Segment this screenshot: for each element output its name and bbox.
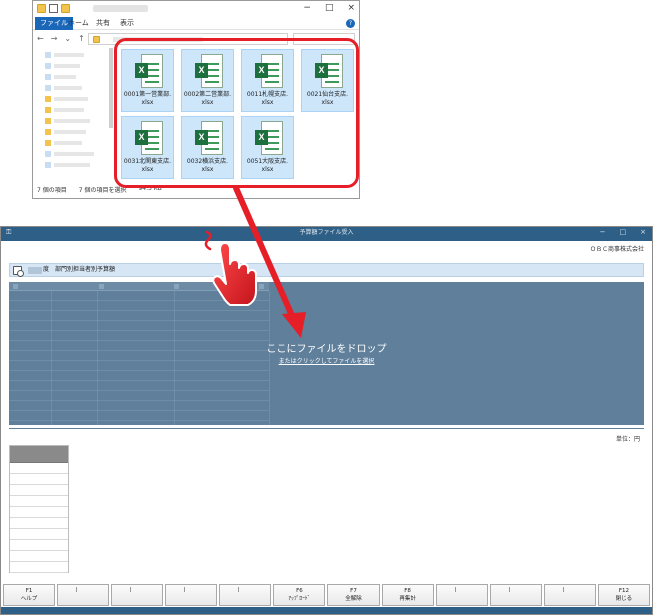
app-status-bar <box>1 607 652 614</box>
table-row <box>10 507 68 518</box>
import-header-title: 度 部門別担当者別予算額 <box>43 266 116 273</box>
section-divider <box>9 428 644 429</box>
company-name: ＯＢＣ商事株式会社 <box>589 246 644 253</box>
tab-share[interactable]: 共有 <box>91 17 115 30</box>
nav-pane-item[interactable] <box>45 116 115 125</box>
f5-button <box>219 584 272 606</box>
table-row <box>10 485 68 496</box>
minimize-button[interactable]: − <box>303 3 311 13</box>
up-arrow-icon[interactable]: ↑ <box>78 34 85 43</box>
app-titlebar: ⚿ 予算額ファイル受入 − □ × <box>1 227 652 238</box>
fiscal-year-blurred <box>28 267 42 274</box>
import-header: 度 部門別担当者別予算額 <box>9 263 644 277</box>
function-key-bar: F1 ヘルプ F6 ｱｯﾌﾟﾛｰﾄﾞ F7 全解除 F8 再集計 F12 閉じる <box>1 584 652 606</box>
f12-close-button[interactable]: F12 閉じる <box>597 584 650 606</box>
summary-table-header <box>10 446 68 463</box>
f3-button <box>111 584 164 606</box>
chevron-down-icon[interactable]: ⌄ <box>64 34 71 43</box>
quick-access-toolbar <box>37 4 70 13</box>
f8-recalculate-button[interactable]: F8 再集計 <box>381 584 434 606</box>
document-search-icon <box>13 266 24 277</box>
table-row <box>10 463 68 474</box>
nav-pane-item[interactable] <box>45 50 115 59</box>
help-icon[interactable]: ? <box>346 19 355 28</box>
table-row <box>10 562 68 573</box>
nav-pane-scrollbar[interactable] <box>109 48 113 128</box>
tab-view[interactable]: 表示 <box>115 17 139 30</box>
unit-label: 単位：円 <box>615 436 640 443</box>
summary-table <box>9 445 69 573</box>
explorer-title-blurred <box>93 5 148 12</box>
app-window-controls: − □ × <box>600 227 646 238</box>
grid-header-faded <box>9 282 269 291</box>
folder-icon <box>93 36 100 43</box>
budget-import-window: ⚿ 予算額ファイル受入 − □ × ＯＢＣ商事株式会社 度 部門別担当者別予算額… <box>0 226 653 615</box>
explorer-window-controls: − □ × <box>303 3 355 13</box>
maximize-button[interactable]: □ <box>620 227 627 238</box>
minimize-button[interactable]: − <box>600 227 606 238</box>
nav-pane-item[interactable] <box>45 105 115 114</box>
explorer-ribbon: ファイル ホーム 共有 表示 ? <box>33 17 359 30</box>
table-row <box>10 518 68 529</box>
tab-home[interactable]: ホーム <box>63 17 94 30</box>
table-row <box>10 474 68 485</box>
app-accent-bar <box>1 238 652 241</box>
maximize-button[interactable]: □ <box>325 3 334 13</box>
f1-help-button[interactable]: F1 ヘルプ <box>3 584 56 606</box>
table-row <box>10 551 68 562</box>
nav-pane-item[interactable] <box>45 160 115 169</box>
close-button[interactable]: × <box>640 227 646 238</box>
f7-clear-all-button[interactable]: F7 全解除 <box>327 584 380 606</box>
explorer-titlebar: − □ × <box>33 1 359 17</box>
key-icon: ⚿ <box>6 228 12 236</box>
selection-highlight-frame <box>114 38 359 188</box>
f6-upload-button[interactable]: F6 ｱｯﾌﾟﾛｰﾄﾞ <box>273 584 326 606</box>
nav-pane-item[interactable] <box>45 83 115 92</box>
new-folder-icon[interactable] <box>61 4 70 13</box>
f4-button <box>165 584 218 606</box>
f11-button <box>543 584 596 606</box>
nav-pane-item[interactable] <box>45 127 115 136</box>
close-button[interactable]: × <box>347 3 355 13</box>
f10-button <box>489 584 542 606</box>
select-file-link[interactable]: またはクリックしてファイルを選択 <box>9 356 644 365</box>
back-arrow-icon[interactable]: ← <box>37 34 44 43</box>
table-row <box>10 540 68 551</box>
nav-pane-item[interactable] <box>45 72 115 81</box>
nav-pane-item[interactable] <box>45 138 115 147</box>
file-drop-zone[interactable]: ここにファイルをドロップ またはクリックしてファイルを選択 <box>9 282 644 425</box>
nav-pane-item[interactable] <box>45 94 115 103</box>
navigation-pane <box>33 48 115 183</box>
nav-buttons: ← → ⌄ ↑ <box>37 34 85 43</box>
f9-button <box>435 584 488 606</box>
nav-pane-item[interactable] <box>45 149 115 158</box>
properties-icon[interactable] <box>49 4 58 13</box>
drop-instruction: ここにファイルをドロップ <box>266 344 387 355</box>
app-title: 予算額ファイル受入 <box>299 229 354 236</box>
folder-icon <box>37 4 46 13</box>
forward-arrow-icon[interactable]: → <box>51 34 58 43</box>
nav-pane-item[interactable] <box>45 61 115 70</box>
f2-button <box>57 584 110 606</box>
item-count: 7 個の項目 <box>37 187 67 194</box>
table-row <box>10 529 68 540</box>
table-row <box>10 496 68 507</box>
